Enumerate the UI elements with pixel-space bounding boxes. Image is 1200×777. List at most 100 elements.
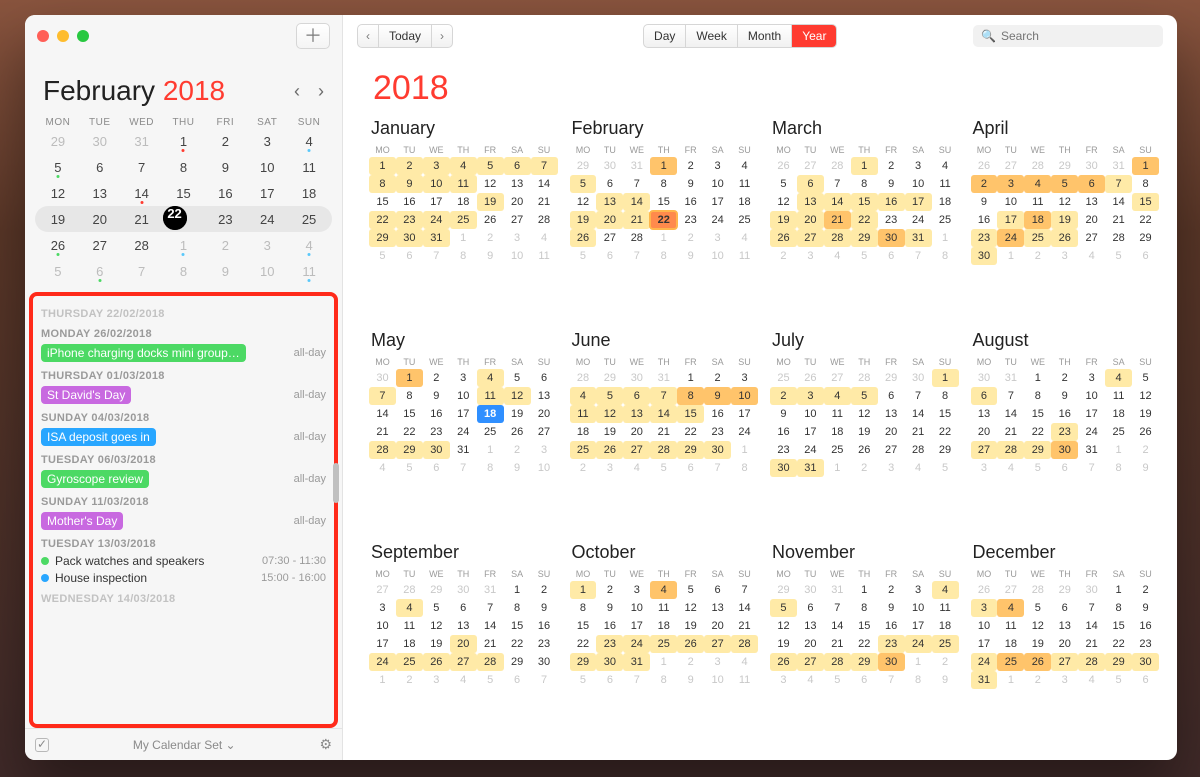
year-day[interactable]: 18 <box>997 635 1024 653</box>
year-day[interactable]: 29 <box>932 441 959 459</box>
year-day[interactable]: 3 <box>731 369 758 387</box>
year-day[interactable]: 30 <box>596 653 623 671</box>
year-day[interactable]: 29 <box>1105 653 1132 671</box>
year-day[interactable]: 9 <box>770 405 797 423</box>
year-day[interactable]: 24 <box>971 653 998 671</box>
year-day[interactable]: 9 <box>971 193 998 211</box>
year-day[interactable]: 6 <box>1132 247 1159 265</box>
year-day[interactable]: 7 <box>650 387 677 405</box>
year-day[interactable]: 25 <box>1024 229 1051 247</box>
year-day[interactable]: 9 <box>1132 459 1159 477</box>
mini-day[interactable]: 9 <box>204 258 246 284</box>
year-day[interactable]: 29 <box>396 441 423 459</box>
year-day[interactable]: 13 <box>450 617 477 635</box>
year-day[interactable]: 25 <box>824 441 851 459</box>
year-day[interactable]: 21 <box>1078 635 1105 653</box>
year-day[interactable]: 12 <box>423 617 450 635</box>
year-day[interactable]: 7 <box>623 175 650 193</box>
year-day[interactable]: 16 <box>677 193 704 211</box>
year-day[interactable]: 28 <box>369 441 396 459</box>
year-month-november[interactable]: NovemberMOTUWETHFRSASU293031123456789101… <box>770 538 959 744</box>
year-day[interactable]: 11 <box>650 599 677 617</box>
year-day[interactable]: 26 <box>770 157 797 175</box>
year-day[interactable]: 30 <box>396 229 423 247</box>
year-day[interactable]: 21 <box>531 193 558 211</box>
year-day[interactable]: 11 <box>570 405 597 423</box>
year-day[interactable]: 15 <box>369 193 396 211</box>
year-day[interactable]: 8 <box>570 599 597 617</box>
year-day[interactable]: 11 <box>1105 387 1132 405</box>
tasks-toggle-icon[interactable] <box>35 738 49 752</box>
close-icon[interactable] <box>37 30 49 42</box>
year-day[interactable]: 5 <box>1024 599 1051 617</box>
year-day[interactable]: 8 <box>650 671 677 689</box>
year-day[interactable]: 9 <box>596 599 623 617</box>
year-day[interactable]: 27 <box>997 157 1024 175</box>
year-day[interactable]: 12 <box>1051 193 1078 211</box>
year-day[interactable]: 2 <box>878 157 905 175</box>
year-day[interactable]: 1 <box>369 671 396 689</box>
year-day[interactable]: 28 <box>623 229 650 247</box>
year-day[interactable]: 4 <box>997 599 1024 617</box>
mini-day[interactable]: 23 <box>204 206 246 232</box>
search-input[interactable] <box>1001 29 1156 43</box>
year-day[interactable]: 24 <box>731 423 758 441</box>
year-day[interactable]: 13 <box>797 617 824 635</box>
year-day[interactable]: 8 <box>477 459 504 477</box>
search-field[interactable]: 🔍 <box>973 25 1163 47</box>
year-day[interactable]: 18 <box>932 193 959 211</box>
year-day[interactable]: 3 <box>369 599 396 617</box>
year-day[interactable]: 3 <box>704 653 731 671</box>
year-day[interactable]: 2 <box>1132 581 1159 599</box>
year-day[interactable]: 31 <box>423 229 450 247</box>
year-day[interactable]: 14 <box>650 405 677 423</box>
year-day[interactable]: 5 <box>770 175 797 193</box>
year-day[interactable]: 9 <box>1051 387 1078 405</box>
mini-day[interactable]: 30 <box>79 128 121 154</box>
year-day[interactable]: 18 <box>932 617 959 635</box>
event-row[interactable]: St David's Dayall-day <box>41 386 326 404</box>
year-day[interactable]: 13 <box>971 405 998 423</box>
year-day[interactable]: 3 <box>504 229 531 247</box>
scrollbar-thumb[interactable] <box>333 463 339 503</box>
year-day[interactable]: 7 <box>423 247 450 265</box>
year-day[interactable]: 13 <box>878 405 905 423</box>
year-day[interactable]: 25 <box>396 653 423 671</box>
mini-day[interactable]: 19 <box>37 206 79 232</box>
year-day[interactable]: 30 <box>971 369 998 387</box>
year-day[interactable]: 5 <box>477 671 504 689</box>
year-day[interactable]: 7 <box>450 459 477 477</box>
year-day[interactable]: 26 <box>423 653 450 671</box>
year-day[interactable]: 5 <box>1105 671 1132 689</box>
year-day[interactable]: 5 <box>477 157 504 175</box>
year-day[interactable]: 23 <box>531 635 558 653</box>
year-day[interactable]: 28 <box>1105 229 1132 247</box>
year-day[interactable]: 30 <box>450 581 477 599</box>
year-day[interactable]: 18 <box>824 423 851 441</box>
nav-next-button[interactable]: › <box>432 25 452 47</box>
year-day[interactable]: 30 <box>1051 441 1078 459</box>
mini-day[interactable]: 1 <box>163 128 205 154</box>
year-day[interactable]: 24 <box>450 423 477 441</box>
year-day[interactable]: 20 <box>797 635 824 653</box>
year-day[interactable]: 4 <box>824 247 851 265</box>
mini-day[interactable]: 13 <box>79 180 121 206</box>
year-day[interactable]: 1 <box>1132 157 1159 175</box>
maximize-icon[interactable] <box>77 30 89 42</box>
year-day[interactable]: 6 <box>851 671 878 689</box>
year-day[interactable]: 15 <box>396 405 423 423</box>
year-day[interactable]: 20 <box>623 423 650 441</box>
year-day[interactable]: 30 <box>369 369 396 387</box>
year-day[interactable]: 27 <box>797 653 824 671</box>
year-day[interactable]: 29 <box>570 653 597 671</box>
year-day[interactable]: 5 <box>650 459 677 477</box>
year-day[interactable]: 5 <box>396 459 423 477</box>
year-day[interactable]: 10 <box>704 247 731 265</box>
year-day[interactable]: 2 <box>396 671 423 689</box>
year-day[interactable]: 9 <box>677 175 704 193</box>
year-day[interactable]: 2 <box>477 229 504 247</box>
year-day[interactable]: 21 <box>1105 211 1132 229</box>
year-day[interactable]: 29 <box>677 441 704 459</box>
year-day[interactable]: 11 <box>731 671 758 689</box>
year-day[interactable]: 19 <box>504 405 531 423</box>
